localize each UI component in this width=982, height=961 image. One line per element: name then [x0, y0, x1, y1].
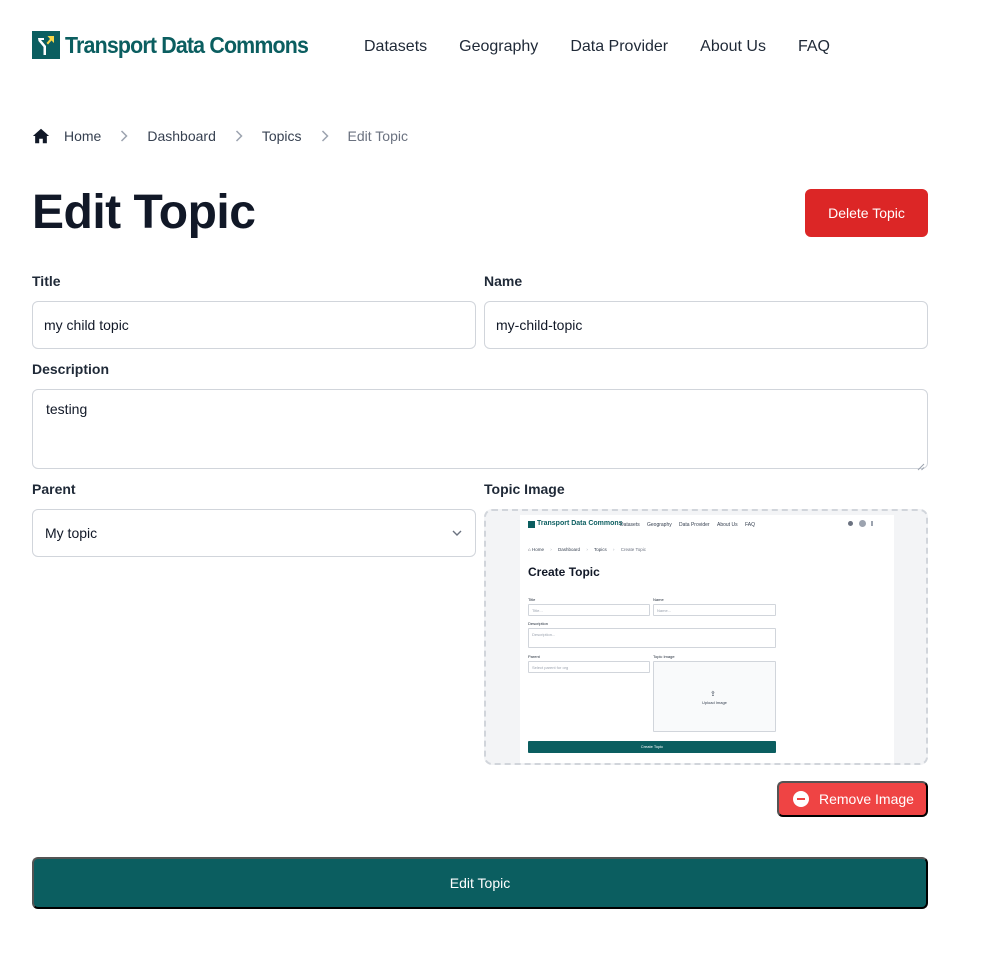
thumb-crumb-topics: Topics	[593, 547, 607, 552]
thumb-title: Create Topic	[528, 565, 600, 579]
thumb-crumb-dashboard: Dashboard	[558, 547, 581, 552]
thumb-nav-data-provider: Data Provider	[679, 522, 710, 528]
topic-image-label: Topic Image	[484, 481, 565, 497]
name-input[interactable]: my-child-topic	[484, 301, 928, 349]
delete-topic-button[interactable]: Delete Topic	[805, 189, 928, 237]
thumb-crumb-current: Create Topic	[620, 547, 646, 552]
remove-image-button[interactable]: Remove Image	[777, 781, 928, 817]
nav-faq[interactable]: FAQ	[798, 37, 830, 57]
nav-about-us[interactable]: About Us	[700, 37, 766, 57]
parent-select[interactable]: My topic	[32, 509, 476, 557]
thumb-description-label: Description	[528, 621, 549, 626]
thumb-title-input: Title...	[528, 604, 650, 616]
thumb-title-label: Title	[528, 597, 536, 602]
thumb-avatar	[859, 520, 866, 527]
breadcrumb-current: Edit Topic	[347, 128, 408, 144]
thumb-image-label: Topic Image	[653, 654, 675, 659]
description-textarea[interactable]: testing	[32, 389, 928, 471]
thumb-description-input: Description...	[528, 628, 776, 648]
thumb-brand: Transport Data Commons	[537, 520, 623, 527]
breadcrumb: Home Dashboard Topics Edit Topic	[32, 126, 408, 146]
home-icon[interactable]	[32, 127, 50, 145]
thumb-name-label: Name	[653, 597, 664, 602]
nav-datasets[interactable]: Datasets	[364, 37, 427, 57]
parent-value: My topic	[45, 525, 98, 541]
thumb-crumb-home: Home	[531, 547, 544, 552]
name-label: Name	[484, 273, 523, 289]
brand-logo[interactable]: Transport Data Commons	[32, 30, 326, 60]
description-label: Description	[32, 361, 110, 377]
thumb-nav-faq: FAQ	[745, 522, 756, 528]
remove-image-label: Remove Image	[819, 791, 914, 807]
thumb-logo-icon	[528, 521, 535, 528]
thumb-name-input: Name...	[653, 604, 776, 616]
page-title: Edit Topic	[32, 186, 256, 239]
edit-topic-submit-button[interactable]: Edit Topic	[32, 857, 928, 909]
resize-handle-icon[interactable]	[917, 458, 925, 471]
thumb-menu-icon	[871, 521, 873, 526]
chevron-right-icon	[235, 130, 243, 142]
thumb-upload-icon: ⇪	[710, 691, 716, 698]
topic-image-dropzone[interactable]: Transport Data Commons Datasets Geograph…	[484, 509, 928, 765]
main-nav: Datasets Geography Data Provider About U…	[364, 37, 830, 57]
breadcrumb-topics[interactable]: Topics	[262, 128, 302, 144]
chevron-right-icon	[321, 130, 329, 142]
thumb-breadcrumb: ⌂ Home › Dashboard › Topics › Create Top…	[528, 547, 646, 552]
chevron-down-icon	[451, 529, 463, 537]
thumb-nav-datasets: Datasets	[620, 522, 640, 528]
thumb-upload-label: Upload Image	[702, 700, 727, 705]
thumb-nav-about: About Us	[717, 522, 738, 528]
brand-name: Transport Data Commons	[65, 31, 309, 58]
nav-geography[interactable]: Geography	[459, 37, 538, 57]
thumb-parent-label: Parent	[528, 654, 540, 659]
thumb-bell-icon	[848, 521, 853, 526]
thumb-nav-geography: Geography	[647, 522, 672, 528]
nav-data-provider[interactable]: Data Provider	[570, 37, 668, 57]
logo-mark-icon	[32, 31, 60, 59]
breadcrumb-dashboard[interactable]: Dashboard	[147, 128, 216, 144]
title-input[interactable]: my child topic	[32, 301, 476, 349]
title-label: Title	[32, 273, 61, 289]
thumb-upload-box: ⇪ Upload Image	[653, 661, 776, 732]
topic-image-preview: Transport Data Commons Datasets Geograph…	[520, 515, 894, 763]
thumb-submit-button: Create Topic	[528, 741, 776, 753]
thumb-parent-select: Select parent for org	[528, 661, 650, 673]
minus-circle-icon	[793, 791, 809, 807]
parent-label: Parent	[32, 481, 76, 497]
description-value: testing	[46, 401, 88, 417]
chevron-right-icon	[120, 130, 128, 142]
breadcrumb-home[interactable]: Home	[64, 128, 101, 144]
